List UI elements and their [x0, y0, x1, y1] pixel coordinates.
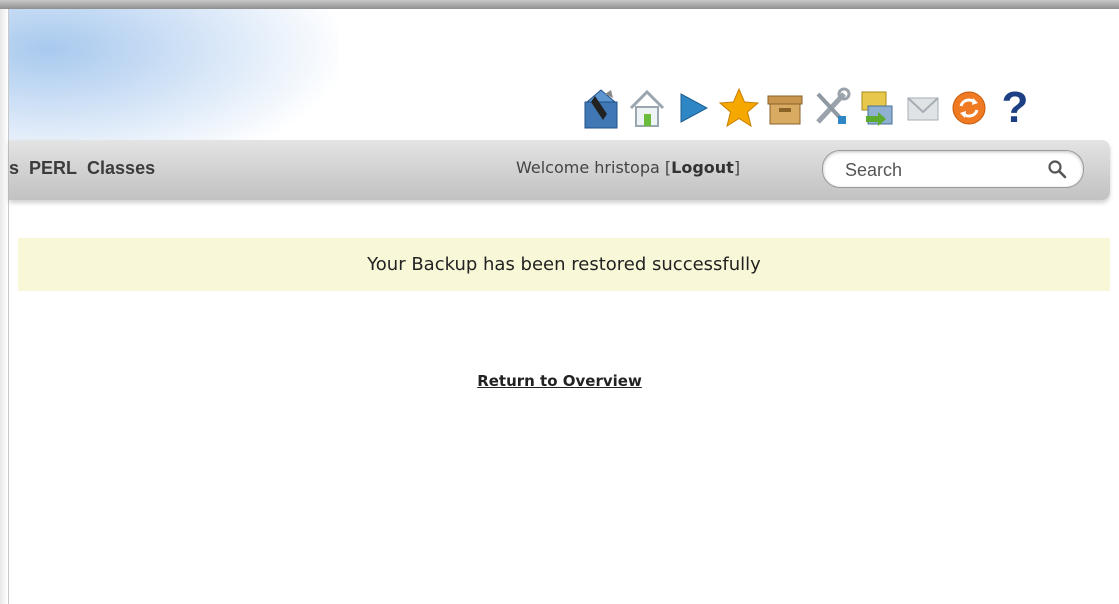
- nav-item-perl[interactable]: PERL: [29, 158, 77, 179]
- star-icon[interactable]: [716, 83, 762, 133]
- return-to-overview-link[interactable]: Return to Overview: [0, 372, 1119, 390]
- navbar: s PERL Classes Welcome hristopa [Logout]: [9, 140, 1110, 200]
- box-icon[interactable]: [762, 83, 808, 133]
- window-frame-left: [0, 9, 9, 604]
- welcome-label: Welcome hristopa: [516, 158, 660, 177]
- logout-link[interactable]: Logout: [671, 158, 734, 177]
- help-icon[interactable]: ?: [992, 83, 1038, 133]
- search-input[interactable]: [843, 158, 1037, 182]
- header-background: [9, 9, 339, 144]
- home-icon[interactable]: [624, 83, 670, 133]
- toolbar: ?: [578, 80, 1038, 136]
- search-icon[interactable]: [1047, 159, 1067, 179]
- welcome-text: Welcome hristopa [Logout]: [516, 158, 740, 177]
- builder-icon[interactable]: [578, 83, 624, 133]
- nav-item-classes[interactable]: Classes: [87, 158, 155, 179]
- logout-close-bracket: ]: [733, 158, 741, 177]
- nav-links: s PERL Classes: [9, 158, 155, 179]
- transfer-icon[interactable]: [854, 83, 900, 133]
- help-glyph: ?: [1001, 83, 1029, 132]
- tools-icon[interactable]: [808, 83, 854, 133]
- nav-item-partial[interactable]: s: [9, 158, 19, 179]
- success-notice: Your Backup has been restored successful…: [18, 238, 1110, 291]
- success-message: Your Backup has been restored successful…: [367, 254, 761, 275]
- play-icon[interactable]: [670, 83, 716, 133]
- refresh-icon[interactable]: [946, 83, 992, 133]
- mail-icon[interactable]: [900, 83, 946, 133]
- window-frame-top: [0, 0, 1119, 9]
- search-box: [822, 150, 1084, 188]
